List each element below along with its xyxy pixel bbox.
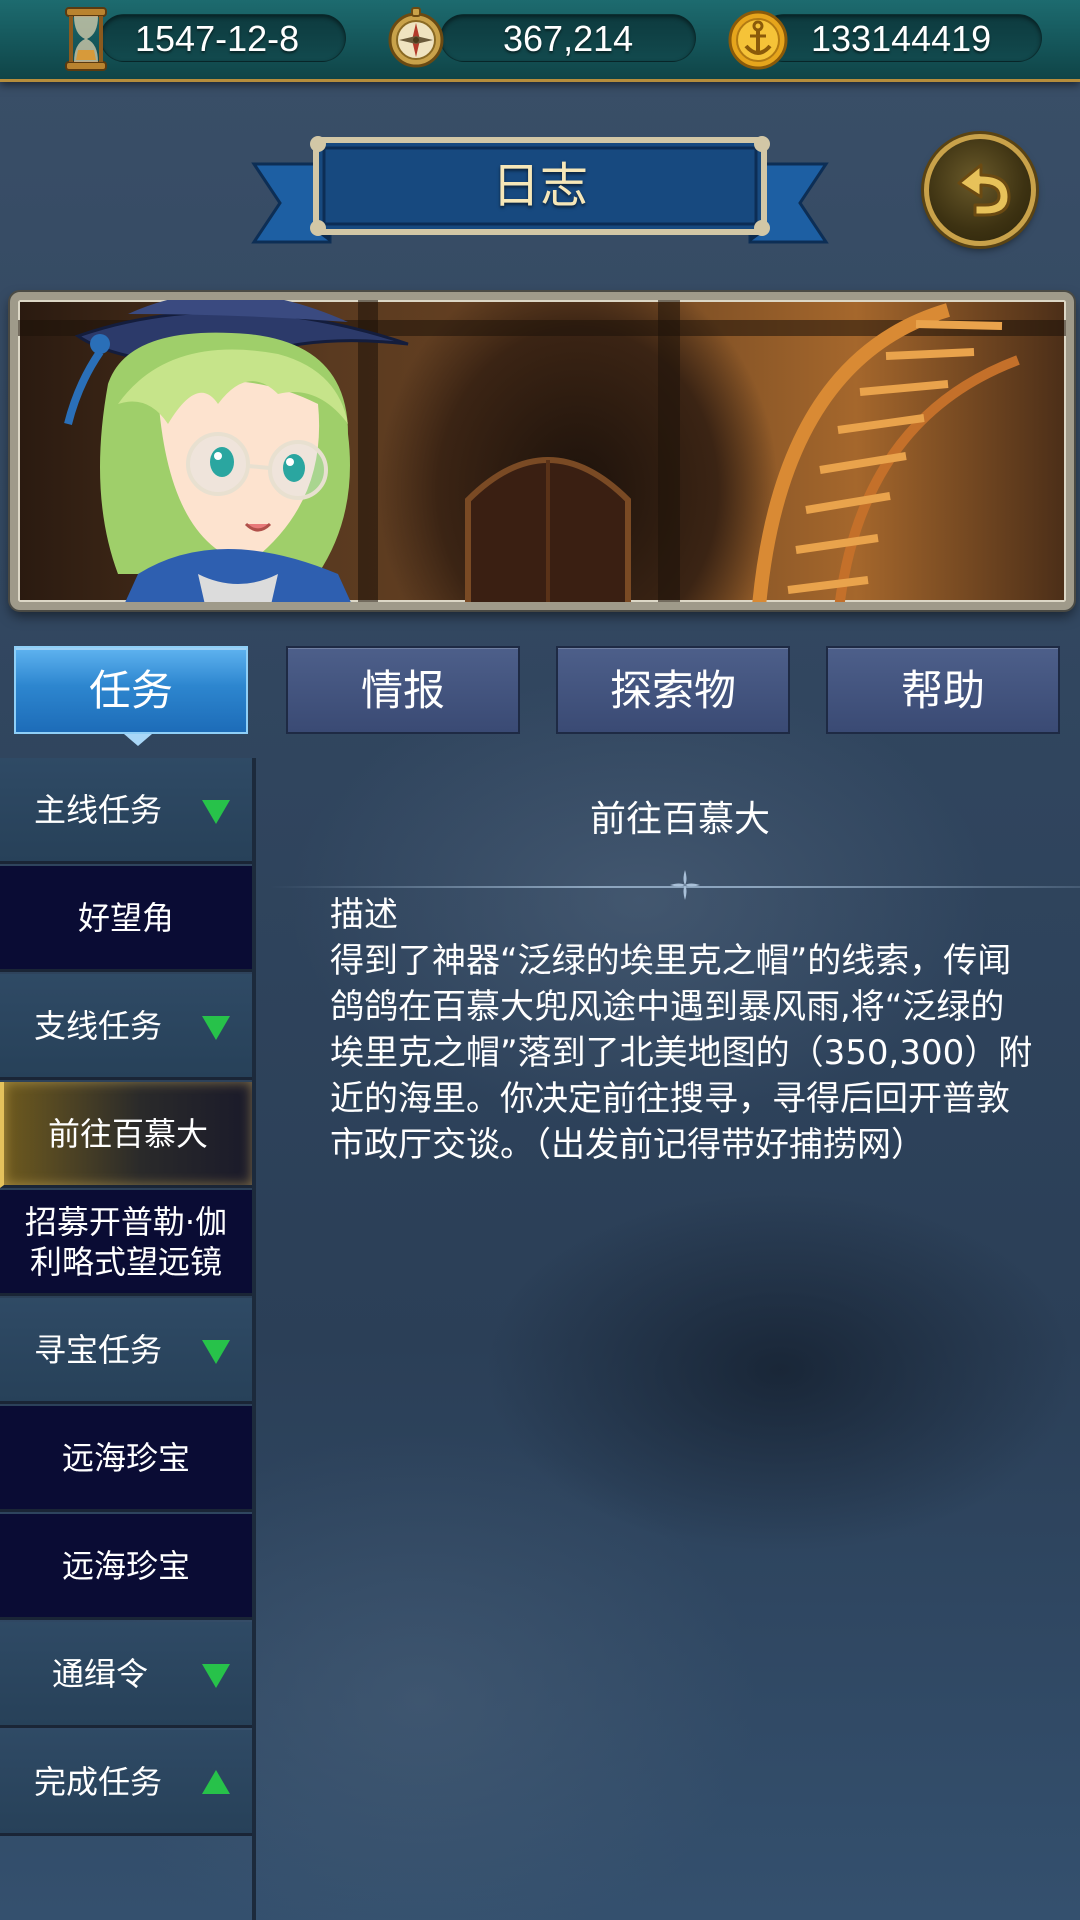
- description-label: 描述: [330, 895, 398, 935]
- expand-arrow-icon: [202, 1016, 230, 1040]
- character-portrait: [64, 300, 409, 602]
- sidebar-category-side[interactable]: 支线任务: [0, 974, 252, 1080]
- divider-ornament-icon: [670, 870, 700, 900]
- sidebar-item-label: 前往百慕大: [47, 1114, 208, 1153]
- expand-arrow-icon: [202, 1664, 230, 1688]
- sidebar-quest-item[interactable]: 远海珍宝: [0, 1514, 252, 1620]
- sidebar-item-label: 好望角: [77, 898, 174, 937]
- anchor-coin-icon: [728, 10, 788, 70]
- sidebar-quest-item-selected[interactable]: 前往百慕大: [0, 1082, 252, 1188]
- sidebar-quest-item[interactable]: 好望角: [0, 866, 252, 972]
- arched-door-icon: [465, 457, 631, 602]
- sidebar-category-completed[interactable]: 完成任务: [0, 1730, 252, 1836]
- hourglass-icon: [65, 7, 107, 71]
- active-tab-pointer: [124, 734, 152, 746]
- gold-value: 133144419: [811, 18, 992, 59]
- sidebar-category-treasure[interactable]: 寻宝任务: [0, 1298, 252, 1404]
- spiral-stairs-icon: [752, 303, 1020, 602]
- back-arrow-icon: [957, 163, 1011, 217]
- compass-value: 367,214: [503, 18, 634, 59]
- expand-arrow-icon: [202, 1340, 230, 1364]
- sidebar-item-label: 远海珍宝: [61, 1546, 190, 1585]
- portrait-panel: [10, 292, 1074, 610]
- collapse-arrow-icon: [202, 1770, 230, 1794]
- tab-quests[interactable]: 任务: [14, 646, 248, 734]
- expand-arrow-icon: [202, 800, 230, 824]
- gold-counter: 133144419: [760, 14, 1042, 62]
- compass-icon: [388, 7, 444, 68]
- quest-sidebar: 主线任务 好望角 支线任务 前往百慕大 招募开普勒·伽利略式望远镜 寻宝任务 远…: [0, 758, 256, 1920]
- sidebar-quest-item[interactable]: 招募开普勒·伽利略式望远镜: [0, 1190, 252, 1296]
- date-counter: 1547-12-8: [100, 14, 346, 62]
- compass-counter: 367,214: [440, 14, 696, 62]
- sidebar-category-wanted[interactable]: 通缉令: [0, 1622, 252, 1728]
- resource-bar: 1547-12-8 367,214 133144419: [0, 0, 1080, 82]
- quest-title: 前往百慕大: [589, 799, 770, 840]
- wall-beam: [658, 300, 680, 602]
- sidebar-quest-item[interactable]: 远海珍宝: [0, 1406, 252, 1512]
- tab-discoveries[interactable]: 探索物: [556, 646, 790, 734]
- title-banner: 日志: [250, 134, 830, 254]
- date-value: 1547-12-8: [135, 18, 300, 59]
- sidebar-category-main[interactable]: 主线任务: [0, 758, 252, 864]
- page-title: 日志: [491, 158, 588, 214]
- sidebar-item-label: 招募开普勒·伽利略式望远镜: [24, 1202, 228, 1281]
- tab-help[interactable]: 帮助: [826, 646, 1060, 734]
- tab-intel[interactable]: 情报: [286, 646, 520, 734]
- description-text: 得到了神器“泛绿的埃里克之帽”的线索，传闻鸽鸽在百慕大兜风途中遇到暴风雨,将“泛…: [330, 941, 1033, 1165]
- back-button[interactable]: [924, 134, 1036, 246]
- sidebar-item-label: 远海珍宝: [61, 1438, 190, 1477]
